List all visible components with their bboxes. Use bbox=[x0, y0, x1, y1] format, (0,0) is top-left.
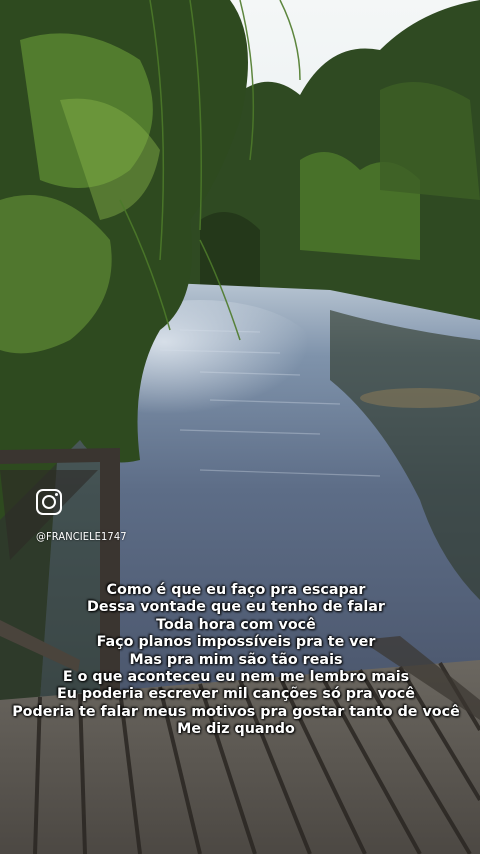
lyric-line: Eu poderia escrever mil canções só pra v… bbox=[57, 686, 415, 703]
instagram-icon bbox=[36, 489, 62, 515]
lyric-line: Me diz quando bbox=[177, 721, 295, 738]
lyric-line: Toda hora com você bbox=[156, 616, 316, 633]
instagram-handle: @FRANCIELE1747 bbox=[36, 530, 127, 543]
lyric-line: Dessa vontade que eu tenho de falar bbox=[87, 599, 385, 616]
lyric-line: Poderia te falar meus motivos pra gostar… bbox=[12, 703, 460, 720]
lyric-line: E o que aconteceu eu nem me lembro mais bbox=[62, 669, 410, 686]
lyric-line: Mas pra mim são tão reais bbox=[129, 651, 343, 668]
lyrics-overlay: Como é que eu faço pra escapar Dessa von… bbox=[0, 582, 472, 739]
lyric-line: Como é que eu faço pra escapar bbox=[106, 582, 366, 598]
lyric-line: Faço planos impossíveis pra te ver bbox=[96, 634, 376, 651]
